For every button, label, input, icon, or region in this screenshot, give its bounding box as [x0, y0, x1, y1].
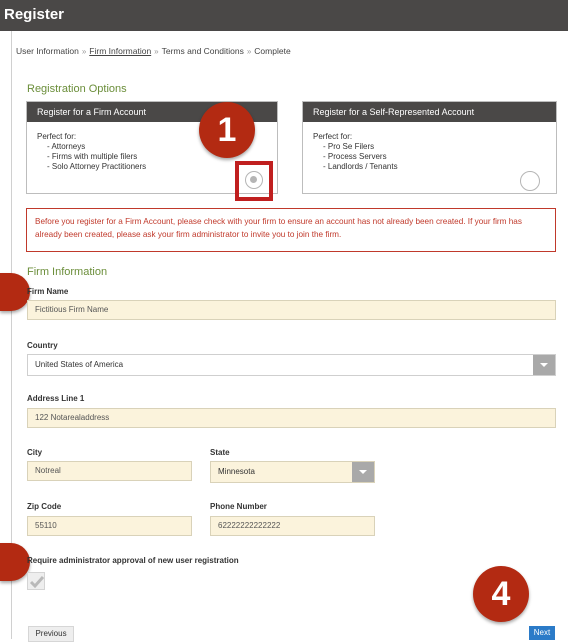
firm-name-input[interactable]: Fictitious Firm Name — [27, 300, 556, 320]
city-input[interactable]: Notreal — [27, 461, 192, 481]
address-line-1-input[interactable]: 122 Notarealaddress — [27, 408, 556, 428]
highlight-frame — [235, 161, 273, 201]
registration-options-title: Registration Options — [27, 83, 127, 95]
approval-checkbox[interactable] — [27, 572, 45, 590]
callout-badge-1: 1 — [199, 102, 255, 158]
chevron-down-icon[interactable] — [533, 355, 555, 375]
self-list-item: - Process Servers — [323, 152, 387, 161]
checkmark-icon — [29, 576, 45, 589]
app-header: Register — [0, 0, 568, 31]
page-title: Register — [4, 6, 65, 23]
country-select-value: United States of America — [35, 360, 124, 369]
next-button[interactable]: Next — [529, 626, 555, 640]
phone-number-input[interactable]: 62222222222222 — [210, 516, 375, 536]
firm-information-title: Firm Information — [27, 266, 108, 278]
firm-account-notice: Before you register for a Firm Account, … — [26, 208, 556, 252]
breadcrumb-user-information[interactable]: User Information — [16, 46, 79, 56]
self-represented-radio[interactable] — [520, 171, 540, 191]
self-represented-card[interactable]: Register for a Self-Represented Account … — [302, 101, 557, 194]
callout-badge-4: 4 — [473, 566, 529, 622]
breadcrumb-separator: » — [246, 47, 252, 56]
breadcrumb-terms[interactable]: Terms and Conditions — [162, 46, 244, 56]
self-list-item: - Pro Se Filers — [323, 142, 375, 151]
address-line-1-label: Address Line 1 — [27, 394, 85, 403]
country-label: Country — [27, 341, 58, 350]
approval-label: Require administrator approval of new us… — [27, 556, 239, 565]
self-perfect-for: Perfect for: — [313, 132, 353, 141]
self-represented-card-body: Perfect for: - Pro Se Filers - Process S… — [303, 122, 556, 172]
previous-button[interactable]: Previous — [28, 626, 74, 642]
state-select-value: Minnesota — [218, 467, 255, 476]
breadcrumb-firm-information[interactable]: Firm Information — [89, 46, 151, 56]
phone-number-label: Phone Number — [210, 502, 267, 511]
breadcrumb-separator: » — [81, 47, 87, 56]
country-select[interactable]: United States of America — [27, 354, 556, 376]
state-label: State — [210, 448, 230, 457]
breadcrumb-separator: » — [154, 47, 159, 56]
state-select[interactable]: Minnesota — [210, 461, 375, 483]
self-represented-card-header: Register for a Self-Represented Account — [303, 102, 556, 122]
zip-code-label: Zip Code — [27, 502, 62, 511]
zip-code-input[interactable]: 55110 — [27, 516, 192, 536]
chevron-down-icon[interactable] — [352, 462, 374, 482]
firm-name-label: Firm Name — [27, 287, 69, 296]
self-list-item: - Landlords / Tenants — [323, 162, 398, 171]
city-label: City — [27, 448, 43, 457]
breadcrumb: User Information» Firm Information» Terms … — [16, 46, 291, 56]
breadcrumb-complete[interactable]: Complete — [254, 46, 290, 56]
